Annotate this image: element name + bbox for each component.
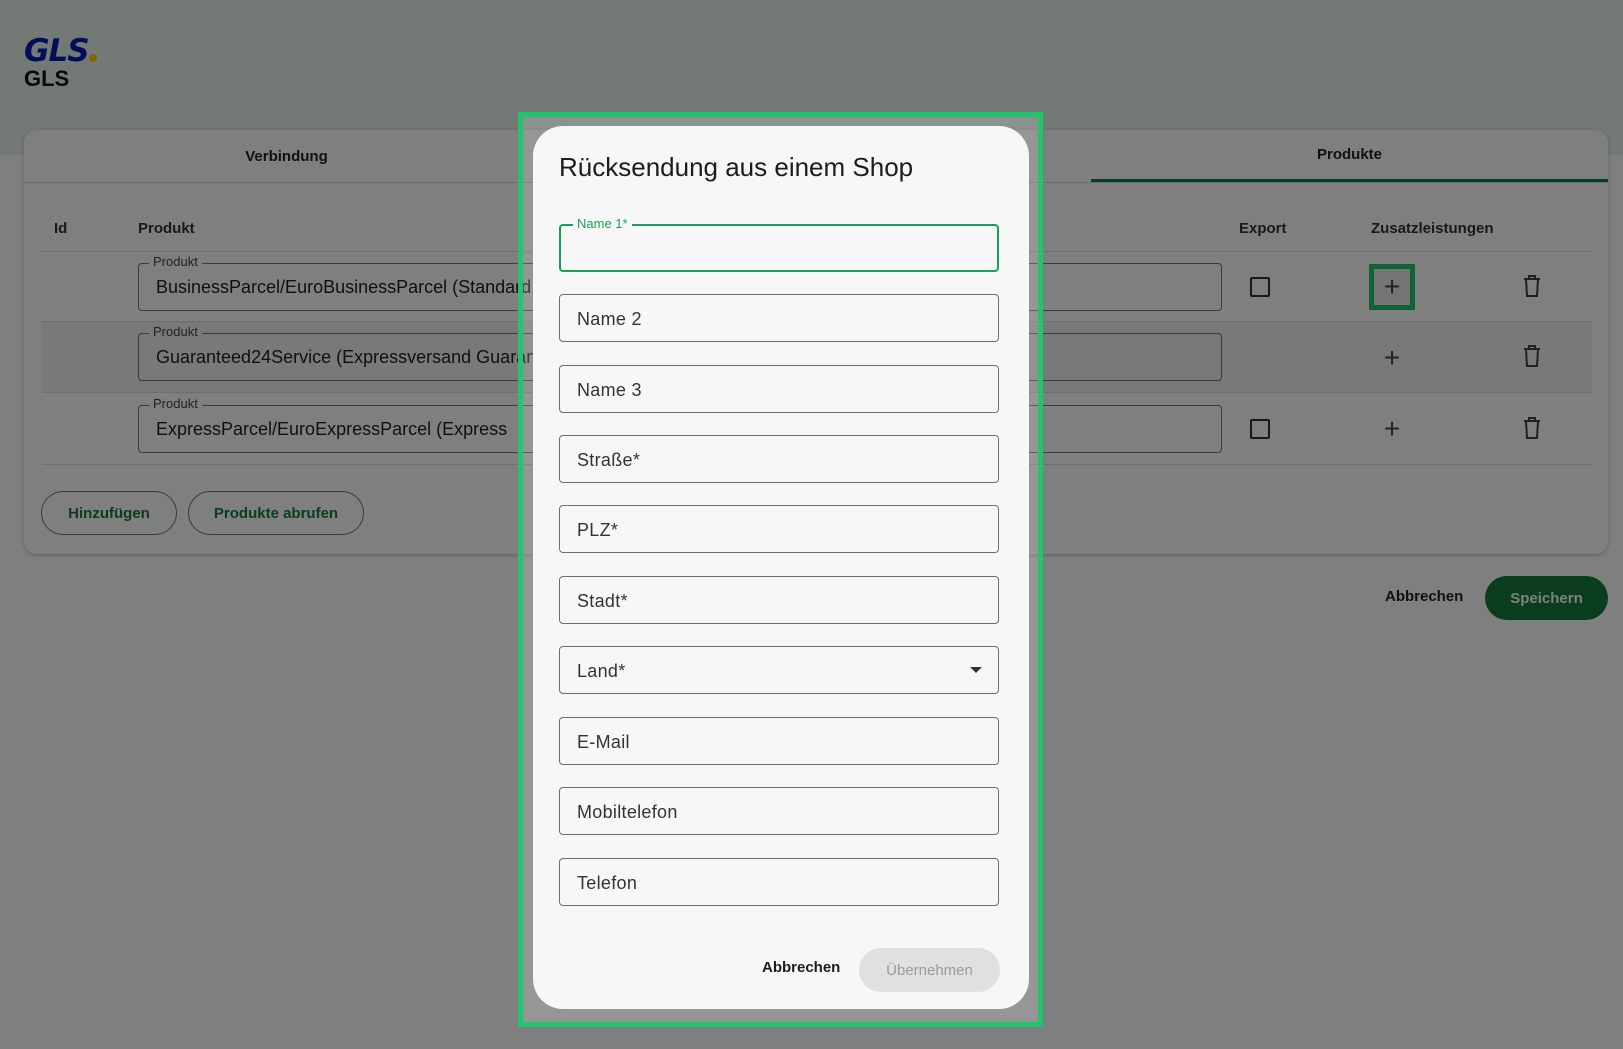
phone-label: Telefon	[577, 873, 638, 893]
mobile-label: Mobiltelefon	[577, 802, 678, 822]
name3-field[interactable]: Name 3	[559, 365, 999, 413]
country-select[interactable]: Land*	[559, 646, 999, 694]
street-field[interactable]: Straße*	[559, 435, 999, 483]
name1-input[interactable]	[561, 226, 997, 270]
zip-field[interactable]: PLZ*	[559, 505, 999, 553]
name2-field[interactable]: Name 2	[559, 294, 999, 342]
name3-label: Name 3	[577, 380, 642, 400]
chevron-down-icon	[970, 667, 982, 673]
street-label: Straße*	[577, 450, 641, 470]
dialog-cancel-button[interactable]: Abbrechen	[762, 959, 840, 976]
dialog-title: Rücksendung aus einem Shop	[559, 152, 914, 182]
email-field[interactable]: E-Mail	[559, 717, 999, 765]
mobile-field[interactable]: Mobiltelefon	[559, 787, 999, 835]
name2-label: Name 2	[577, 309, 642, 329]
city-field[interactable]: Stadt*	[559, 576, 999, 624]
country-label: Land*	[577, 661, 626, 681]
return-dialog: Rücksendung aus einem Shop Name 1* Name …	[533, 126, 1029, 1009]
dialog-apply-button[interactable]: Übernehmen	[859, 948, 1000, 992]
phone-field[interactable]: Telefon	[559, 858, 999, 906]
city-label: Stadt*	[577, 591, 628, 611]
name1-field[interactable]: Name 1*	[559, 216, 999, 272]
zip-label: PLZ*	[577, 520, 619, 540]
email-label: E-Mail	[577, 732, 630, 752]
